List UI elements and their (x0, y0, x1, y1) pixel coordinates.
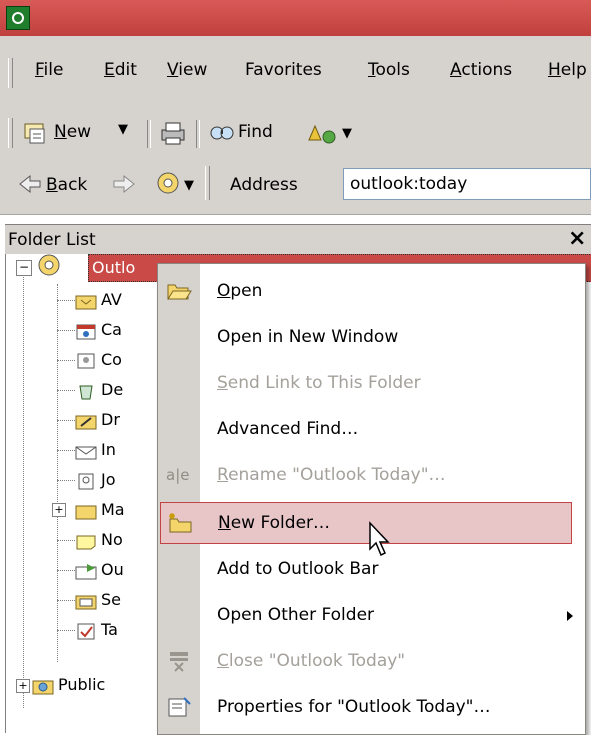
menu-item-new-folder[interactable]: New Folder… (160, 502, 572, 544)
tree-item[interactable]: Ta (57, 615, 118, 644)
outlook-today-folder-icon (38, 254, 60, 276)
back-button[interactable]: Back (46, 175, 87, 195)
journal-icon (78, 473, 94, 489)
tree-item[interactable]: Jo (57, 465, 116, 494)
new-dropdown-arrow-icon[interactable]: ▼ (118, 122, 128, 137)
open-folder-icon (167, 284, 192, 300)
contacts-icon (77, 353, 95, 368)
find-icon (210, 126, 234, 140)
web-toolbar: Back ▼ Address outlook:today (0, 156, 591, 215)
menu-item-open-other-folder[interactable]: Open Other Folder (158, 596, 585, 634)
tree-item[interactable]: Co (57, 345, 122, 374)
menu-item-label: Properties for "Outlook Today"… (217, 697, 491, 717)
folder-list-header: Folder List × (5, 224, 591, 254)
close-folder-icon (170, 652, 188, 672)
find-button-label: Find (238, 122, 273, 142)
go-dropdown-arrow-icon[interactable]: ▼ (184, 178, 194, 193)
address-label: Address (230, 175, 298, 195)
organize-icon[interactable] (305, 120, 341, 148)
tree-connector (23, 268, 24, 708)
menu-bar: File Edit View Favorites Tools Actions H… (0, 36, 591, 112)
new-item-icon (24, 123, 45, 144)
menu-item-label: Rename "Outlook Today"… (217, 465, 446, 485)
forward-arrow-icon[interactable] (112, 174, 136, 194)
address-input[interactable]: outlook:today (343, 168, 591, 200)
tree-item[interactable]: No (57, 525, 123, 554)
inbox-folder-icon (75, 295, 97, 309)
properties-icon (168, 697, 191, 717)
outlook-app-icon[interactable] (6, 6, 30, 30)
menu-item-label: Advanced Find… (217, 419, 359, 439)
menu-item-label: Open (217, 281, 263, 301)
menu-favorites[interactable]: Favorites (245, 60, 322, 80)
print-icon[interactable] (158, 120, 188, 148)
back-arrow-icon (19, 174, 41, 194)
submenu-arrow-icon (567, 611, 573, 621)
sent-items-icon (75, 595, 97, 609)
menu-help[interactable]: Help (548, 60, 587, 80)
drafts-icon (75, 415, 97, 429)
folder-list-title: Folder List (8, 230, 96, 250)
deleted-items-icon (79, 385, 93, 399)
tree-item[interactable]: AV (57, 285, 122, 314)
inbox-icon (75, 446, 97, 459)
tree-item[interactable]: Ca (57, 315, 122, 344)
calendar-icon (76, 324, 96, 339)
rename-icon: a|e (166, 466, 189, 484)
expand-public-folders-toggle[interactable]: + (16, 679, 30, 693)
standard-toolbar: New ▼ Find ▼ (0, 112, 591, 156)
collapse-root-toggle[interactable]: − (16, 260, 32, 276)
menu-item-advanced-find[interactable]: Advanced Find… (158, 410, 585, 448)
svg-text:a|e: a|e (166, 466, 189, 484)
new-folder-icon (169, 513, 192, 533)
tree-item[interactable]: Se (57, 585, 121, 614)
find-button[interactable]: Find (208, 118, 300, 148)
tree-item-label: Outlo (92, 258, 136, 277)
tree-item[interactable]: Ou (57, 555, 124, 584)
menu-item-properties[interactable]: Properties for "Outlook Today"… (158, 688, 585, 726)
new-button[interactable]: New ▼ (20, 118, 155, 148)
outbox-icon (75, 563, 97, 579)
menu-item-open-in-new-window[interactable]: Open in New Window (158, 318, 585, 356)
menu-item-close-folder[interactable]: Close "Outlook Today" (158, 642, 585, 680)
menu-file[interactable]: File (35, 60, 63, 80)
tree-item[interactable]: Ma (57, 495, 125, 524)
tree-item[interactable]: Dr (57, 405, 120, 434)
menu-item-label: Open in New Window (217, 327, 399, 347)
toolbar-separator (196, 120, 200, 148)
menu-item-label: Open Other Folder (217, 605, 375, 625)
menu-item-label: Add to Outlook Bar (217, 559, 379, 579)
menu-item-label: Send Link to This Folder (217, 373, 421, 393)
close-folder-list-button[interactable]: × (568, 226, 586, 251)
public-folders-icon (32, 680, 54, 694)
menu-tools[interactable]: Tools (368, 60, 410, 80)
menu-actions[interactable]: Actions (450, 60, 512, 80)
mailbox-folder-icon (75, 505, 97, 519)
menu-item-label: New Folder… (218, 513, 331, 533)
folder-context-menu: Open Open in New Window Send Link to Thi… (157, 263, 586, 735)
notes-icon (76, 535, 96, 549)
menu-view[interactable]: View (167, 60, 207, 80)
title-bar (0, 0, 591, 36)
menu-item-send-link[interactable]: Send Link to This Folder (158, 364, 585, 402)
address-value: outlook:today (350, 174, 468, 194)
new-button-label: New (54, 122, 92, 142)
toolbar-separator (147, 120, 151, 148)
organize-dropdown-arrow-icon[interactable]: ▼ (342, 126, 352, 141)
tree-item[interactable]: In (57, 435, 116, 464)
outlook-today-icon[interactable] (154, 170, 182, 196)
tree-item-public-folders[interactable]: Public (32, 670, 105, 699)
tree-item[interactable]: De (57, 375, 123, 404)
menu-item-open[interactable]: Open (158, 272, 585, 310)
tasks-icon (77, 623, 95, 639)
address-grip[interactable] (205, 166, 210, 200)
menu-edit[interactable]: Edit (104, 60, 137, 80)
mouse-pointer-icon (369, 521, 390, 557)
toolbar-grip[interactable] (8, 118, 13, 148)
menu-item-label: Close "Outlook Today" (217, 651, 406, 671)
menu-item-rename[interactable]: a|e Rename "Outlook Today"… (158, 456, 585, 494)
menubar-grip[interactable] (8, 58, 13, 88)
